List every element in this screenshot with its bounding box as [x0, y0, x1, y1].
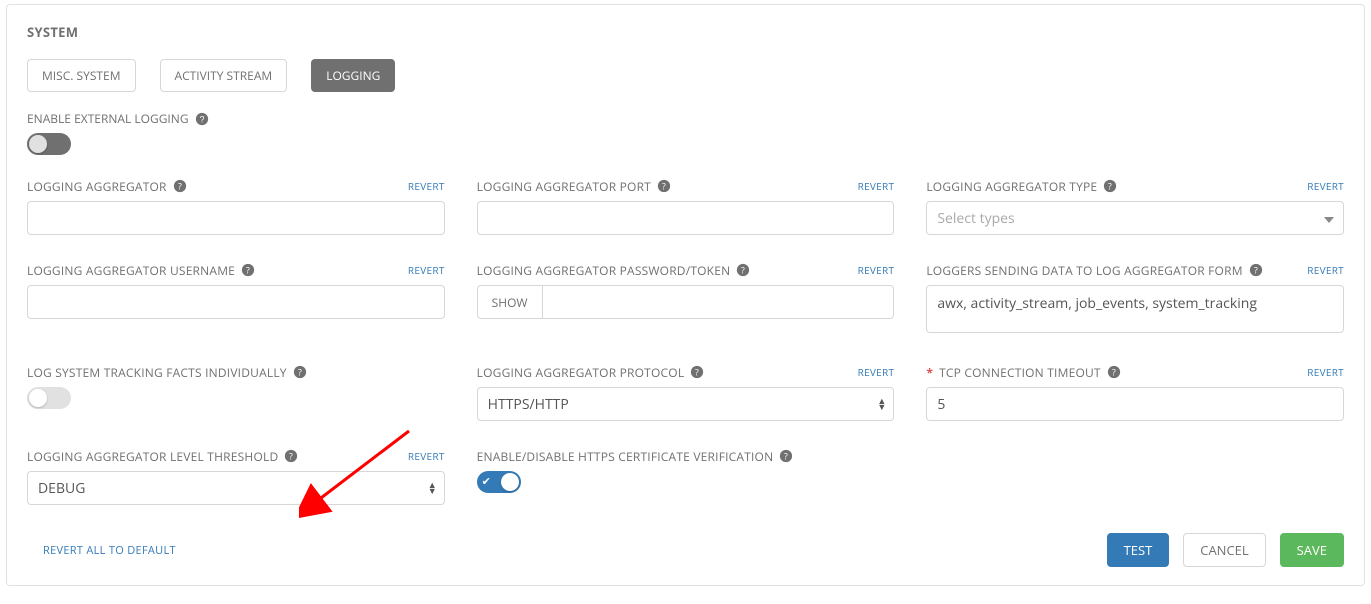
help-icon[interactable]: ? — [284, 449, 298, 463]
help-icon[interactable]: ? — [241, 263, 255, 277]
help-icon[interactable]: ? — [736, 263, 750, 277]
svg-text:?: ? — [289, 451, 293, 463]
tab-misc-system[interactable]: MISC. SYSTEM — [27, 59, 136, 92]
save-button[interactable]: SAVE — [1280, 533, 1344, 567]
test-button[interactable]: TEST — [1107, 533, 1170, 567]
svg-text:?: ? — [741, 265, 745, 277]
panel-title: SYSTEM — [27, 23, 1344, 41]
svg-text:?: ? — [784, 451, 788, 463]
form-grid: LOGGING AGGREGATOR ? REVERT LOGGING AGGR… — [27, 177, 1344, 505]
show-password-button[interactable]: SHOW — [477, 285, 542, 319]
svg-text:?: ? — [178, 181, 182, 193]
level-threshold-select[interactable] — [27, 471, 445, 505]
help-icon[interactable]: ? — [1103, 179, 1117, 193]
svg-text:?: ? — [1112, 367, 1116, 379]
empty-cell — [926, 447, 1344, 505]
enable-external-logging-toggle[interactable] — [27, 133, 71, 155]
svg-text:?: ? — [199, 114, 204, 124]
revert-all-link[interactable]: REVERT ALL TO DEFAULT — [27, 543, 176, 558]
https-verify-toggle[interactable]: ✔ — [477, 471, 521, 493]
revert-link[interactable]: REVERT — [1307, 179, 1344, 193]
field-label: LOGGING AGGREGATOR USERNAME — [27, 262, 235, 279]
tcp-timeout-input[interactable] — [926, 387, 1344, 421]
check-icon: ✔ — [482, 474, 491, 489]
svg-text:?: ? — [298, 367, 302, 379]
revert-link[interactable]: REVERT — [858, 179, 895, 193]
log-tracking-facts-toggle[interactable] — [27, 387, 71, 409]
settings-tabs: MISC. SYSTEM ACTIVITY STREAM LOGGING — [27, 59, 1344, 92]
field-level-threshold: LOGGING AGGREGATOR LEVEL THRESHOLD ? REV… — [27, 447, 445, 505]
svg-text:?: ? — [695, 367, 699, 379]
logging-aggregator-port-input[interactable] — [477, 201, 895, 235]
loggers-form-textarea[interactable] — [926, 285, 1344, 333]
logging-aggregator-password-input[interactable] — [542, 285, 895, 319]
tab-activity-stream[interactable]: ACTIVITY STREAM — [160, 59, 288, 92]
field-label: LOGGING AGGREGATOR LEVEL THRESHOLD — [27, 448, 278, 465]
tab-logging[interactable]: LOGGING — [311, 59, 395, 92]
field-log-tracking-facts: LOG SYSTEM TRACKING FACTS INDIVIDUALLY ? — [27, 363, 445, 421]
help-icon[interactable]: ? — [173, 179, 187, 193]
field-logging-aggregator-username: LOGGING AGGREGATOR USERNAME ? REVERT — [27, 261, 445, 337]
field-label: TCP CONNECTION TIMEOUT — [939, 364, 1101, 381]
enable-external-logging-label: ENABLE EXTERNAL LOGGING — [27, 110, 189, 127]
revert-link[interactable]: REVERT — [858, 365, 895, 379]
help-icon[interactable]: ? — [690, 365, 704, 379]
field-label: LOGGERS SENDING DATA TO LOG AGGREGATOR F… — [926, 262, 1242, 279]
field-label: LOGGING AGGREGATOR PASSWORD/TOKEN — [477, 262, 731, 279]
logging-aggregator-input[interactable] — [27, 201, 445, 235]
field-aggregator-protocol: LOGGING AGGREGATOR PROTOCOL ? REVERT ▲▼ — [477, 363, 895, 421]
field-label: LOGGING AGGREGATOR TYPE — [926, 178, 1097, 195]
field-label: ENABLE/DISABLE HTTPS CERTIFICATE VERIFIC… — [477, 448, 774, 465]
field-label: LOGGING AGGREGATOR PROTOCOL — [477, 364, 685, 381]
field-label: LOGGING AGGREGATOR — [27, 178, 167, 195]
cancel-button[interactable]: CANCEL — [1183, 533, 1265, 567]
field-tcp-timeout: * TCP CONNECTION TIMEOUT ? REVERT — [926, 363, 1344, 421]
revert-link[interactable]: REVERT — [1307, 263, 1344, 277]
logging-aggregator-username-input[interactable] — [27, 285, 445, 319]
svg-text:?: ? — [1254, 265, 1258, 277]
svg-text:?: ? — [246, 265, 250, 277]
field-https-verify: ENABLE/DISABLE HTTPS CERTIFICATE VERIFIC… — [477, 447, 895, 505]
system-panel: SYSTEM MISC. SYSTEM ACTIVITY STREAM LOGG… — [6, 4, 1365, 586]
field-loggers-form: LOGGERS SENDING DATA TO LOG AGGREGATOR F… — [926, 261, 1344, 337]
revert-link[interactable]: REVERT — [408, 263, 445, 277]
required-star-icon: * — [926, 364, 933, 381]
field-logging-aggregator-type: LOGGING AGGREGATOR TYPE ? REVERT — [926, 177, 1344, 235]
revert-link[interactable]: REVERT — [408, 179, 445, 193]
enable-external-logging-section: ENABLE EXTERNAL LOGGING ? — [27, 110, 1344, 159]
aggregator-protocol-select[interactable] — [477, 387, 895, 421]
revert-link[interactable]: REVERT — [1307, 365, 1344, 379]
svg-text:?: ? — [1108, 181, 1112, 193]
field-logging-aggregator-password: LOGGING AGGREGATOR PASSWORD/TOKEN ? REVE… — [477, 261, 895, 337]
help-icon[interactable]: ? — [195, 112, 209, 126]
help-icon[interactable]: ? — [1107, 365, 1121, 379]
help-icon[interactable]: ? — [293, 365, 307, 379]
field-logging-aggregator-port: LOGGING AGGREGATOR PORT ? REVERT — [477, 177, 895, 235]
help-icon[interactable]: ? — [779, 449, 793, 463]
revert-link[interactable]: REVERT — [858, 263, 895, 277]
help-icon[interactable]: ? — [1249, 263, 1263, 277]
help-icon[interactable]: ? — [657, 179, 671, 193]
revert-link[interactable]: REVERT — [408, 449, 445, 463]
field-label: LOGGING AGGREGATOR PORT — [477, 178, 651, 195]
field-label: LOG SYSTEM TRACKING FACTS INDIVIDUALLY — [27, 364, 287, 381]
logging-aggregator-type-select[interactable] — [926, 201, 1344, 235]
svg-text:?: ? — [662, 181, 666, 193]
footer-bar: REVERT ALL TO DEFAULT TEST CANCEL SAVE — [27, 533, 1344, 567]
field-logging-aggregator: LOGGING AGGREGATOR ? REVERT — [27, 177, 445, 235]
